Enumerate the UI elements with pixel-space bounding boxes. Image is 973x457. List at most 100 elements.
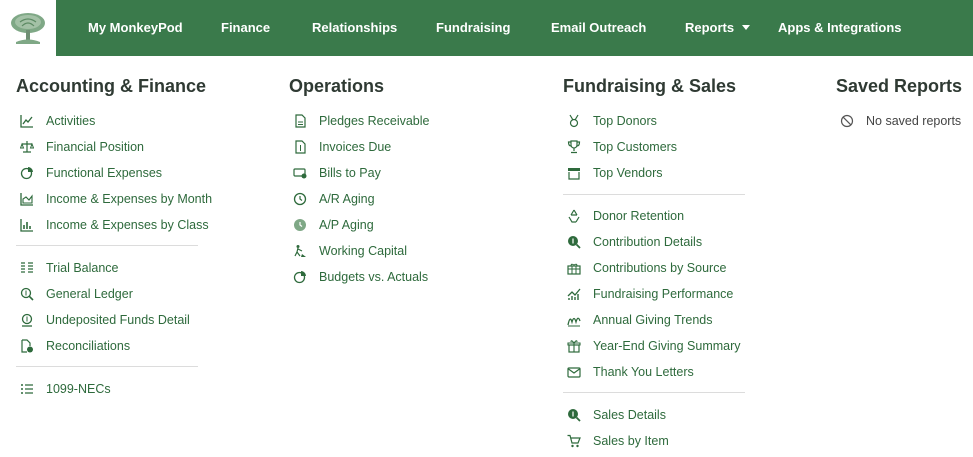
nav-apps-integrations[interactable]: Apps & Integrations [778, 0, 902, 56]
report-link-label: Pledges Receivable [319, 114, 430, 128]
report-link-functional-expenses[interactable]: Functional Expenses [20, 164, 162, 182]
report-link-income-expenses-class[interactable]: Income & Expenses by Class [20, 216, 209, 234]
report-link-working-capital[interactable]: Working Capital [293, 242, 407, 260]
report-link-label: Top Vendors [593, 166, 663, 180]
top-navigation-bar: My MonkeyPod Finance Relationships Fundr… [0, 0, 973, 56]
report-link-1099-necs[interactable]: 1099-NECs [20, 380, 111, 398]
nav-my-monkeypod[interactable]: My MonkeyPod [88, 0, 183, 56]
scale-icon [20, 140, 34, 154]
report-link-label: Thank You Letters [593, 365, 694, 379]
report-link-label: Sales Details [593, 408, 666, 422]
line-chart-icon [20, 114, 34, 128]
column-saved-reports: Saved Reports No saved reports [836, 76, 971, 136]
report-link-invoices-due[interactable]: Invoices Due [293, 138, 391, 156]
column-heading: Operations [289, 76, 385, 96]
report-link-income-expenses-month[interactable]: Income & Expenses by Month [20, 190, 212, 208]
report-link-thank-you-letters[interactable]: Thank You Letters [567, 363, 694, 381]
nav-reports[interactable]: Reports [685, 0, 751, 56]
report-link-bills-to-pay[interactable]: Bills to Pay [293, 164, 381, 182]
report-link-pledges-receivable[interactable]: Pledges Receivable [293, 112, 430, 130]
report-link-contribution-details[interactable]: Contribution Details [567, 233, 702, 251]
report-link-label: Financial Position [46, 140, 144, 154]
report-link-label: Fundraising Performance [593, 287, 734, 301]
monkeypod-logo[interactable] [0, 0, 56, 56]
report-link-label: Trial Balance [46, 261, 119, 275]
report-link-annual-giving-trends[interactable]: Annual Giving Trends [567, 311, 713, 329]
invoice-icon [293, 114, 307, 128]
recycle-icon [567, 209, 581, 223]
gift-box-icon [567, 261, 581, 275]
report-link-sales-details[interactable]: Sales Details [567, 406, 666, 424]
cart-icon [567, 434, 581, 448]
report-link-budgets-vs-actuals[interactable]: Budgets vs. Actuals [293, 268, 428, 286]
report-link-label: Year-End Giving Summary [593, 339, 741, 353]
divider [16, 366, 198, 367]
search-dollar-icon [567, 235, 581, 249]
report-link-fundraising-performance[interactable]: Fundraising Performance [567, 285, 733, 303]
report-link-label: Contribution Details [593, 235, 703, 249]
gift-icon [567, 339, 581, 353]
list-columns-icon [20, 261, 34, 275]
clock-solid-icon [293, 218, 307, 232]
column-heading: Accounting & Finance [16, 76, 207, 96]
ban-icon [840, 114, 854, 128]
chart-wave-icon [567, 313, 581, 327]
report-link-label: A/R Aging [319, 192, 375, 206]
report-link-label: A/P Aging [319, 218, 374, 232]
report-link-label: Functional Expenses [46, 166, 163, 180]
report-link-activities[interactable]: Activities [20, 112, 95, 130]
report-link-ap-aging[interactable]: A/P Aging [293, 216, 374, 234]
nav-email-outreach[interactable]: Email Outreach [551, 0, 646, 56]
column-heading: Saved Reports [836, 76, 963, 96]
report-link-label: Budgets vs. Actuals [319, 270, 429, 284]
nav-finance[interactable]: Finance [221, 0, 270, 56]
trend-up-icon [567, 287, 581, 301]
trophy-icon [567, 140, 581, 154]
store-icon [567, 166, 581, 180]
divider [563, 194, 745, 195]
report-link-donor-retention[interactable]: Donor Retention [567, 207, 684, 225]
search-dollar-icon [20, 287, 34, 301]
divider [16, 245, 198, 246]
report-link-top-customers[interactable]: Top Customers [567, 138, 677, 156]
report-link-top-donors[interactable]: Top Donors [567, 112, 657, 130]
report-link-label: Annual Giving Trends [593, 313, 713, 327]
tree-logo-icon [11, 13, 45, 44]
report-link-label: General Ledger [46, 287, 133, 301]
report-link-label: Sales by Item [593, 434, 669, 448]
report-link-trial-balance[interactable]: Trial Balance [20, 259, 119, 277]
column-accounting-finance: Accounting & Finance Activities Financia… [16, 76, 212, 456]
report-link-general-ledger[interactable]: General Ledger [20, 285, 133, 303]
report-link-undeposited-funds[interactable]: Undeposited Funds Detail [20, 311, 190, 329]
pie-chart-icon [293, 270, 307, 284]
invoice-dollar-icon [293, 140, 307, 154]
report-link-label: Income & Expenses by Class [46, 218, 209, 232]
person-digging-icon [293, 244, 307, 258]
file-check-icon [20, 339, 34, 353]
report-link-label: Top Customers [593, 140, 678, 154]
report-link-label: Donor Retention [593, 209, 685, 223]
search-dollar-icon [567, 408, 581, 422]
report-link-reconciliations[interactable]: Reconciliations [20, 337, 130, 355]
report-link-label: Contributions by Source [593, 261, 727, 275]
report-link-label: Working Capital [319, 244, 408, 258]
envelope-icon [567, 365, 581, 379]
clock-icon [293, 192, 307, 206]
medal-icon [567, 114, 581, 128]
report-link-sales-by-item[interactable]: Sales by Item [567, 432, 669, 450]
nav-fundraising[interactable]: Fundraising [436, 0, 510, 56]
report-link-label: Top Donors [593, 114, 657, 128]
nav-relationships[interactable]: Relationships [312, 0, 397, 56]
money-check-icon [293, 166, 307, 180]
report-link-label: Undeposited Funds Detail [46, 313, 190, 327]
report-link-contributions-by-source[interactable]: Contributions by Source [567, 259, 726, 277]
report-link-label: Invoices Due [319, 140, 392, 154]
report-link-year-end-giving-summary[interactable]: Year-End Giving Summary [567, 337, 741, 355]
report-link-financial-position[interactable]: Financial Position [20, 138, 144, 156]
divider [563, 392, 745, 393]
report-link-top-vendors[interactable]: Top Vendors [567, 164, 663, 182]
report-link-ar-aging[interactable]: A/R Aging [293, 190, 375, 208]
list-icon [20, 382, 34, 396]
report-link-label: Reconciliations [46, 339, 131, 353]
money-bag-icon [20, 313, 34, 327]
